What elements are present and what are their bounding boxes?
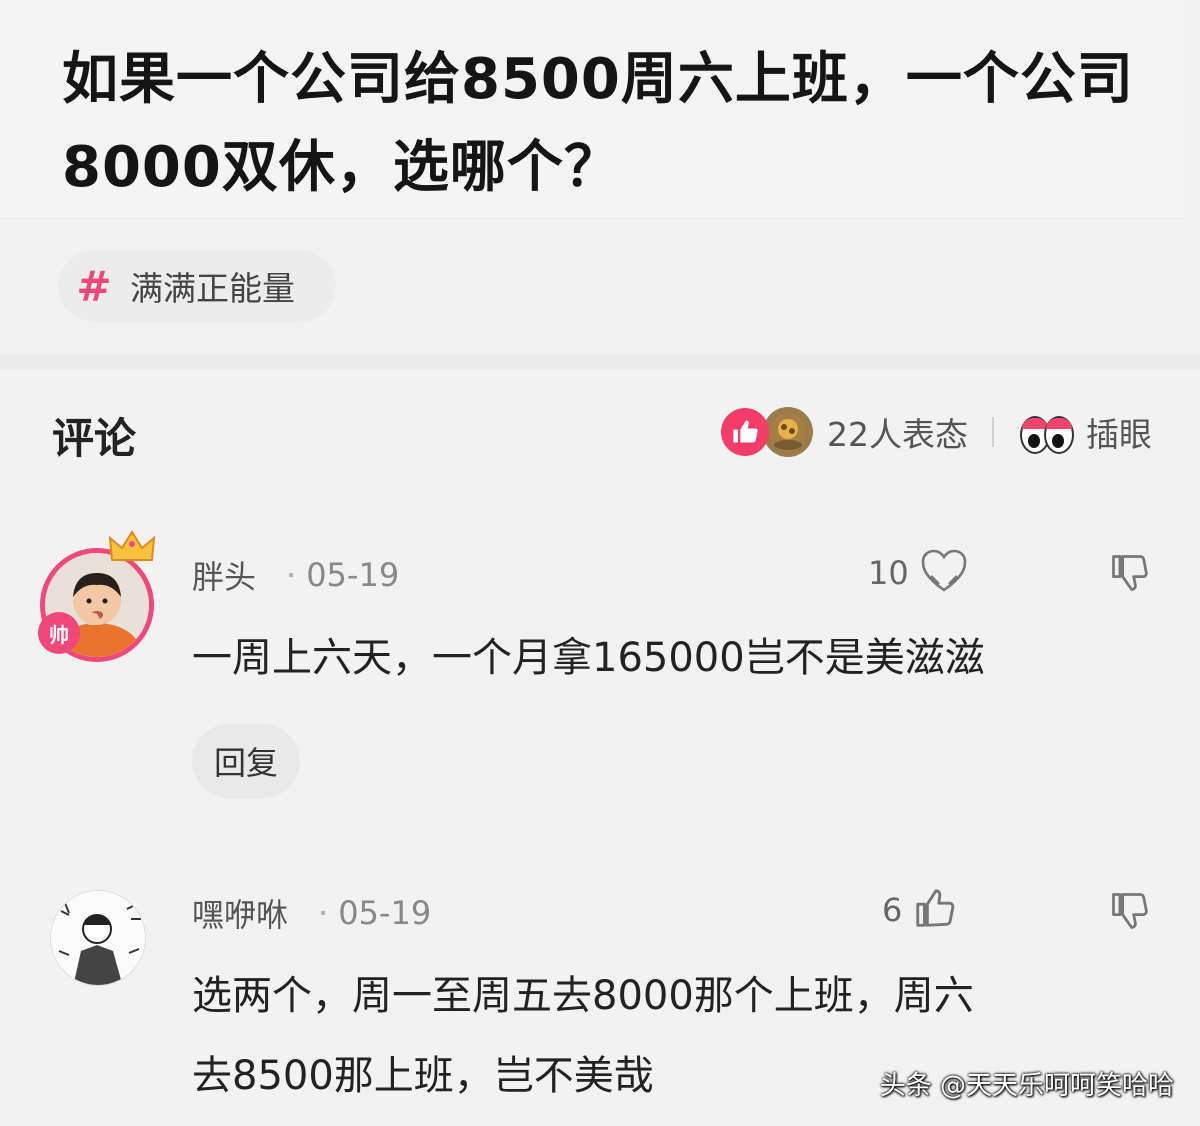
heart-hands-icon <box>919 546 969 600</box>
like-button[interactable]: 6 <box>882 884 958 936</box>
thumbs-down-icon[interactable] <box>1108 550 1152 600</box>
hashtag-icon: # <box>76 261 112 311</box>
watermark: 头条 @天天乐呵呵笑哈哈 <box>879 1071 1174 1101</box>
comment-meta: 胖头 05-19 <box>192 552 399 598</box>
comments-title: 评论 <box>52 414 137 463</box>
question-title: 如果一个公司给8500周六上班，一个公司8000双休，选哪个？ <box>62 47 1134 200</box>
comment-text-line: 去8500那上班，岂不美哉 <box>192 1053 654 1099</box>
chayan-label[interactable]: 插眼 <box>1086 408 1152 456</box>
comment-text: 一周上六天，一个月拿165000岂不是美滋滋 <box>192 635 985 681</box>
reaction-divider <box>992 417 994 447</box>
reactions-bar[interactable]: 22人表态 插眼 <box>721 404 1152 460</box>
thumbs-up-reaction-icon <box>721 408 769 456</box>
thumbs-up-icon <box>912 884 958 936</box>
section-divider <box>0 355 1200 369</box>
question-header: 如果一个公司给8500周六上班，一个公司8000双休，选哪个？ <box>0 0 1185 219</box>
comment-username[interactable]: 嘿咿咻 <box>192 890 288 936</box>
avatar[interactable] <box>50 890 146 986</box>
comment-date: 05-19 <box>318 894 431 932</box>
comment-date: 05-19 <box>286 556 399 594</box>
topic-chip[interactable]: # 满满正能量 <box>58 250 336 322</box>
comment-username[interactable]: 胖头 <box>192 552 256 598</box>
avatar-badge: 帅 <box>38 612 80 654</box>
comment-meta: 嘿咿咻 05-19 <box>192 890 431 936</box>
like-button[interactable]: 10 <box>868 546 969 600</box>
eyes-icon[interactable] <box>1018 410 1074 454</box>
crown-icon <box>108 530 156 568</box>
reaction-count: 22人表态 <box>827 415 968 454</box>
topic-label: 满满正能量 <box>130 269 295 308</box>
reply-button[interactable]: 回复 <box>192 724 300 798</box>
comment-text-line: 选两个，周一至周五去8000那个上班，周六 <box>192 973 974 1019</box>
gold-badge-reaction-icon <box>763 407 813 457</box>
like-count: 10 <box>868 554 909 592</box>
thumbs-down-icon[interactable] <box>1108 888 1152 938</box>
like-count: 6 <box>882 891 903 929</box>
